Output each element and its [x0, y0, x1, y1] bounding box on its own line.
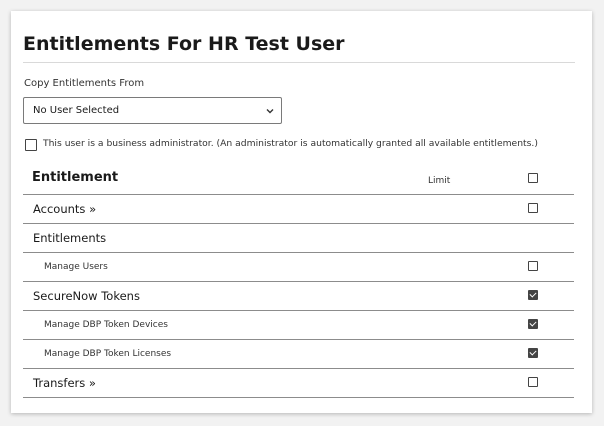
entitlement-label: Manage DBP Token Licenses: [44, 349, 172, 359]
copy-entitlements-selected-value: No User Selected: [33, 105, 120, 116]
entitlement-checkbox[interactable]: [528, 348, 538, 358]
table-row: Manage DBP Token Licenses: [23, 340, 574, 369]
table-row: Transfers »: [23, 369, 574, 398]
entitlements-table: Entitlement Limit Accounts » Entitlements…: [23, 163, 574, 398]
copy-entitlements-label: Copy Entitlements From: [24, 78, 145, 89]
table-row: SecureNow Tokens: [23, 282, 574, 311]
table-row: Accounts »: [23, 195, 574, 224]
entitlement-checkbox[interactable]: [528, 377, 538, 387]
entitlement-checkbox[interactable]: [528, 290, 538, 300]
copy-entitlements-select[interactable]: No User Selected: [23, 97, 282, 124]
page-title: Entitlements For HR Test User: [23, 33, 345, 55]
entitlement-label: Manage Users: [44, 262, 108, 272]
entitlement-label: Manage DBP Token Devices: [44, 320, 168, 330]
select-all-checkbox[interactable]: [528, 173, 538, 183]
entitlement-checkbox[interactable]: [528, 203, 538, 213]
entitlement-checkbox[interactable]: [528, 261, 538, 271]
entitlement-checkbox[interactable]: [528, 319, 538, 329]
title-divider: [23, 62, 575, 63]
entitlement-label[interactable]: Accounts »: [33, 202, 96, 216]
entitlement-label[interactable]: Transfers »: [33, 376, 96, 390]
table-row: Entitlements: [23, 224, 574, 253]
table-row: Manage DBP Token Devices: [23, 311, 574, 340]
entitlements-panel: Entitlements For HR Test User Copy Entit…: [11, 11, 592, 413]
business-admin-checkbox[interactable]: [25, 139, 37, 151]
entitlement-label: Entitlements: [33, 231, 107, 245]
table-header: Entitlement Limit: [23, 163, 574, 195]
table-row: Manage Users: [23, 253, 574, 282]
entitlement-label: SecureNow Tokens: [33, 289, 140, 303]
business-admin-label: This user is a business administrator. (…: [43, 138, 538, 149]
table-body: Accounts » Entitlements Manage Users Secure…: [23, 195, 574, 398]
entitlement-column-header: Entitlement: [32, 170, 119, 185]
limit-column-header: Limit: [428, 176, 451, 186]
chevron-down-icon: [266, 109, 274, 114]
